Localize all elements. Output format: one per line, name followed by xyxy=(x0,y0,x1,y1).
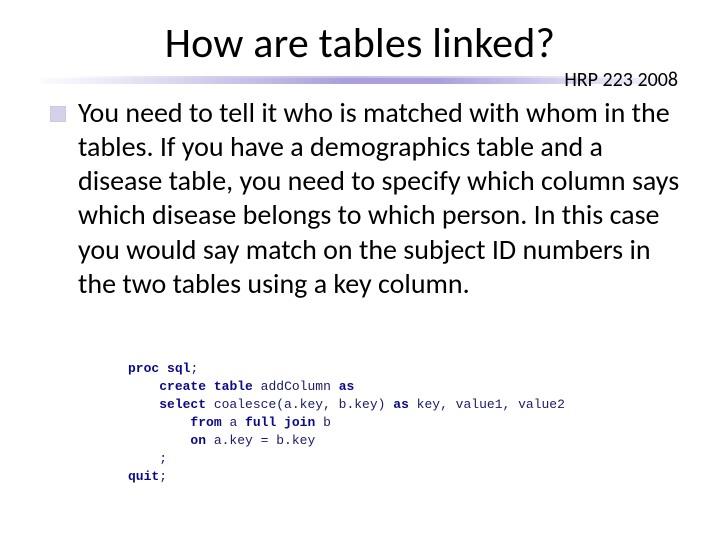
code-kw: as xyxy=(393,397,409,412)
slide: How are tables linked? HRP 223 2008 You … xyxy=(0,0,720,540)
code-kw: as xyxy=(339,379,355,394)
code-text xyxy=(128,379,159,394)
code-kw: sql xyxy=(167,361,190,376)
code-kw: proc xyxy=(128,361,159,376)
code-text: addColumn xyxy=(253,379,339,394)
slide-title: How are tables linked? xyxy=(0,18,720,69)
code-text: ; xyxy=(128,451,167,466)
code-block: proc sql; create table addColumn as sele… xyxy=(128,360,565,486)
code-kw: select xyxy=(159,397,206,412)
code-kw: full join xyxy=(245,415,315,430)
code-text: a.key = b.key xyxy=(206,433,315,448)
code-kw: create xyxy=(159,379,206,394)
code-text xyxy=(128,415,190,430)
code-kw: quit xyxy=(128,469,159,484)
square-bullet-icon xyxy=(50,106,66,122)
code-text: ; xyxy=(190,361,198,376)
code-text: a xyxy=(222,415,245,430)
bullet-text: You need to tell it who is matched with … xyxy=(78,96,680,301)
code-kw: from xyxy=(190,415,221,430)
code-text xyxy=(159,361,167,376)
code-text: key, value1, value2 xyxy=(409,397,565,412)
code-kw: table xyxy=(214,379,253,394)
code-text: ; xyxy=(159,469,167,484)
course-tag: HRP 223 2008 xyxy=(564,68,678,92)
code-text: b xyxy=(315,415,331,430)
body-content: You need to tell it who is matched with … xyxy=(50,96,680,301)
brush-stroke-accent-icon xyxy=(66,76,642,78)
code-text xyxy=(206,379,214,394)
code-text xyxy=(128,433,190,448)
code-text xyxy=(128,397,159,412)
code-text: coalesce(a.key, b.key) xyxy=(206,397,393,412)
code-kw: on xyxy=(190,433,206,448)
bullet-item: You need to tell it who is matched with … xyxy=(50,96,680,301)
